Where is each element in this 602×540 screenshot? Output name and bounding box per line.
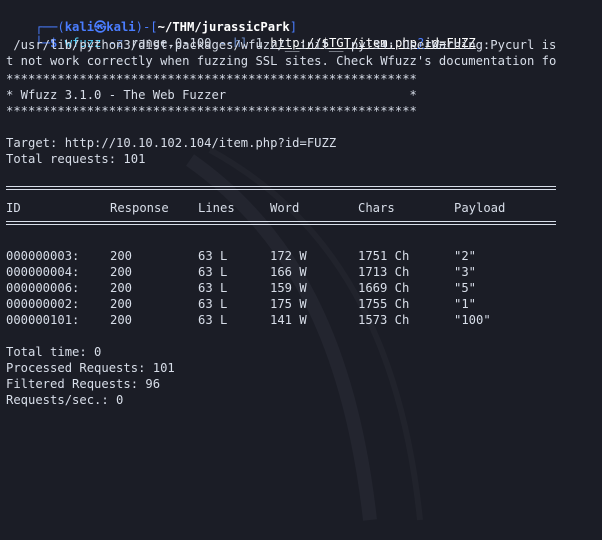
cell-response: 200 — [110, 313, 133, 327]
cell-chars: 1573 Ch — [358, 313, 410, 327]
total-requests: Total requests: 101 — [6, 152, 146, 166]
summary-filtered: Filtered Requests: 96 — [6, 377, 161, 391]
cell-word: 172 W — [270, 249, 307, 263]
banner-stars-top: ****************************************… — [6, 72, 417, 86]
cell-word: 141 W — [270, 313, 307, 327]
cell-chars: 1751 Ch — [358, 249, 410, 263]
table-rule-bottom-2 — [6, 224, 556, 225]
cell-word: 166 W — [270, 265, 307, 279]
cell-id: 000000101: — [6, 313, 80, 327]
target-line: Target: http://10.10.102.104/item.php?id… — [6, 136, 337, 150]
cell-payload: "100" — [454, 313, 491, 327]
cell-chars: 1713 Ch — [358, 265, 410, 279]
cell-word: 159 W — [270, 281, 307, 295]
cell-id: 000000004: — [6, 265, 80, 279]
cell-response: 200 — [110, 297, 133, 311]
cell-response: 200 — [110, 265, 133, 279]
summary-rate: Requests/sec.: 0 — [6, 393, 124, 407]
header-chars: Chars — [358, 201, 395, 215]
header-word: Word — [270, 201, 300, 215]
cell-lines: 63 L — [198, 313, 228, 327]
warning-line-1: /usr/lib/python3/dist-packages/wfuzz/__i… — [6, 38, 557, 52]
cell-chars: 1755 Ch — [358, 297, 410, 311]
cell-payload: "2" — [454, 249, 477, 263]
kali-dragon-watermark — [185, 147, 423, 521]
cell-response: 200 — [110, 249, 133, 263]
cell-payload: "5" — [454, 281, 477, 295]
banner-stars-bottom: ****************************************… — [6, 104, 417, 118]
summary-processed: Processed Requests: 101 — [6, 361, 175, 375]
cell-payload: "1" — [454, 297, 477, 311]
cell-id: 000000002: — [6, 297, 80, 311]
cell-chars: 1669 Ch — [358, 281, 410, 295]
cell-response: 200 — [110, 281, 133, 295]
table-rule-top-2 — [6, 189, 556, 190]
cell-id: 000000003: — [6, 249, 80, 263]
prompt-header: ┌──(kali㉿kali)-[~/THM/jurassicPark] — [6, 3, 297, 34]
table-rule-bottom-1 — [6, 221, 556, 222]
cell-word: 175 W — [270, 297, 307, 311]
cell-lines: 63 L — [198, 281, 228, 295]
header-id: ID — [6, 201, 21, 215]
banner-title: * Wfuzz 3.1.0 - The Web Fuzzer * — [6, 88, 417, 102]
table-rule-top-1 — [6, 186, 556, 187]
header-lines: Lines — [198, 201, 235, 215]
cell-payload: "3" — [454, 265, 477, 279]
command-line[interactable]: └─$ wfuzz -z range,0-100 --hl 1 http://$… — [6, 19, 475, 50]
cell-lines: 63 L — [198, 249, 228, 263]
terminal-window[interactable]: ┌──(kali㉿kali)-[~/THM/jurassicPark] └─$ … — [0, 0, 602, 521]
header-payload: Payload — [454, 201, 506, 215]
summary-total-time: Total time: 0 — [6, 345, 102, 359]
header-response: Response — [110, 201, 169, 215]
cell-lines: 63 L — [198, 265, 228, 279]
cell-id: 000000006: — [6, 281, 80, 295]
cell-lines: 63 L — [198, 297, 228, 311]
warning-line-2: t not work correctly when fuzzing SSL si… — [6, 54, 557, 68]
